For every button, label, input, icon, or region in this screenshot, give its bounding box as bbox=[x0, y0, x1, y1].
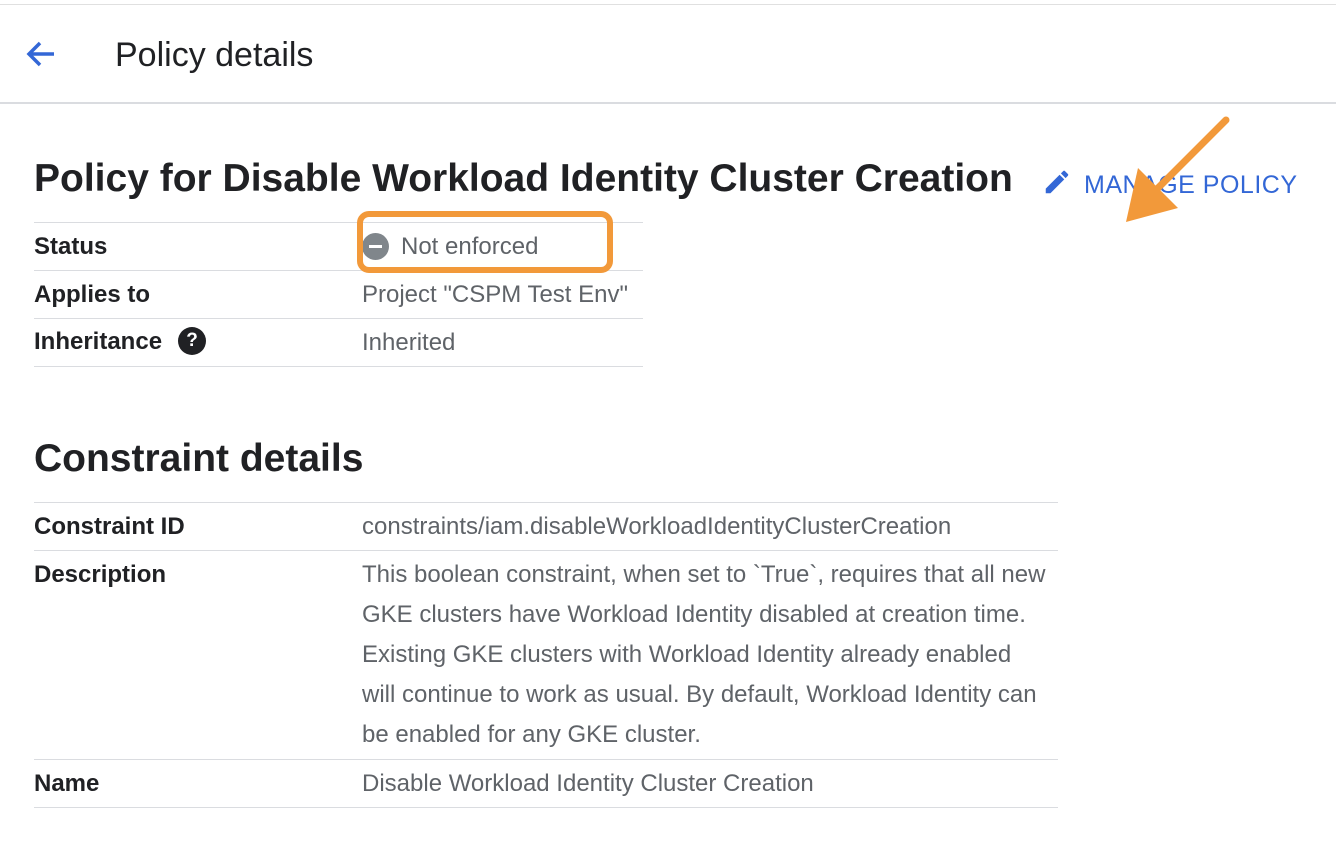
table-row: Applies to Project "CSPM Test Env" bbox=[34, 271, 643, 319]
back-button[interactable] bbox=[20, 35, 64, 75]
manage-policy-label: MANAGE POLICY bbox=[1084, 170, 1298, 199]
constraint-table: Constraint ID constraints/iam.disableWor… bbox=[34, 502, 1058, 808]
status-label: Status bbox=[34, 232, 108, 260]
name-label: Name bbox=[34, 770, 100, 797]
table-row: Name Disable Workload Identity Cluster C… bbox=[34, 760, 1058, 808]
page-header: Policy details bbox=[0, 5, 1336, 104]
table-row: Description This boolean constraint, whe… bbox=[34, 551, 1058, 760]
inheritance-value: Inherited bbox=[362, 328, 456, 356]
not-enforced-icon bbox=[362, 233, 389, 260]
constraint-heading: Constraint details bbox=[34, 437, 364, 480]
manage-policy-button[interactable]: MANAGE POLICY bbox=[1042, 168, 1298, 202]
description-label: Description bbox=[34, 561, 167, 588]
table-row: Constraint ID constraints/iam.disableWor… bbox=[34, 503, 1058, 551]
description-value: This boolean constraint, when set to `Tr… bbox=[362, 561, 1046, 748]
status-value: Not enforced bbox=[401, 232, 539, 260]
applies-to-label: Applies to bbox=[34, 280, 151, 308]
arrow-back-icon bbox=[20, 35, 64, 75]
constraint-id-label: Constraint ID bbox=[34, 513, 185, 540]
table-row: Status Not enforced bbox=[34, 223, 643, 271]
policy-table: Status Not enforced Applies to Project "… bbox=[34, 222, 643, 367]
help-icon[interactable]: ? bbox=[178, 326, 207, 355]
name-value: Disable Workload Identity Cluster Creati… bbox=[362, 770, 814, 797]
inheritance-label: Inheritance bbox=[34, 328, 163, 356]
constraint-id-value: constraints/iam.disableWorkloadIdentityC… bbox=[362, 513, 952, 540]
inheritance-label-cell: Inheritance? bbox=[34, 319, 362, 367]
table-row: Inheritance? Inherited bbox=[34, 319, 643, 367]
applies-to-value: Project "CSPM Test Env" bbox=[362, 280, 629, 308]
page-title: Policy details bbox=[115, 36, 314, 74]
policy-heading: Policy for Disable Workload Identity Clu… bbox=[34, 157, 1013, 200]
pencil-icon bbox=[1042, 167, 1084, 204]
status-value-cell: Not enforced bbox=[362, 223, 643, 271]
